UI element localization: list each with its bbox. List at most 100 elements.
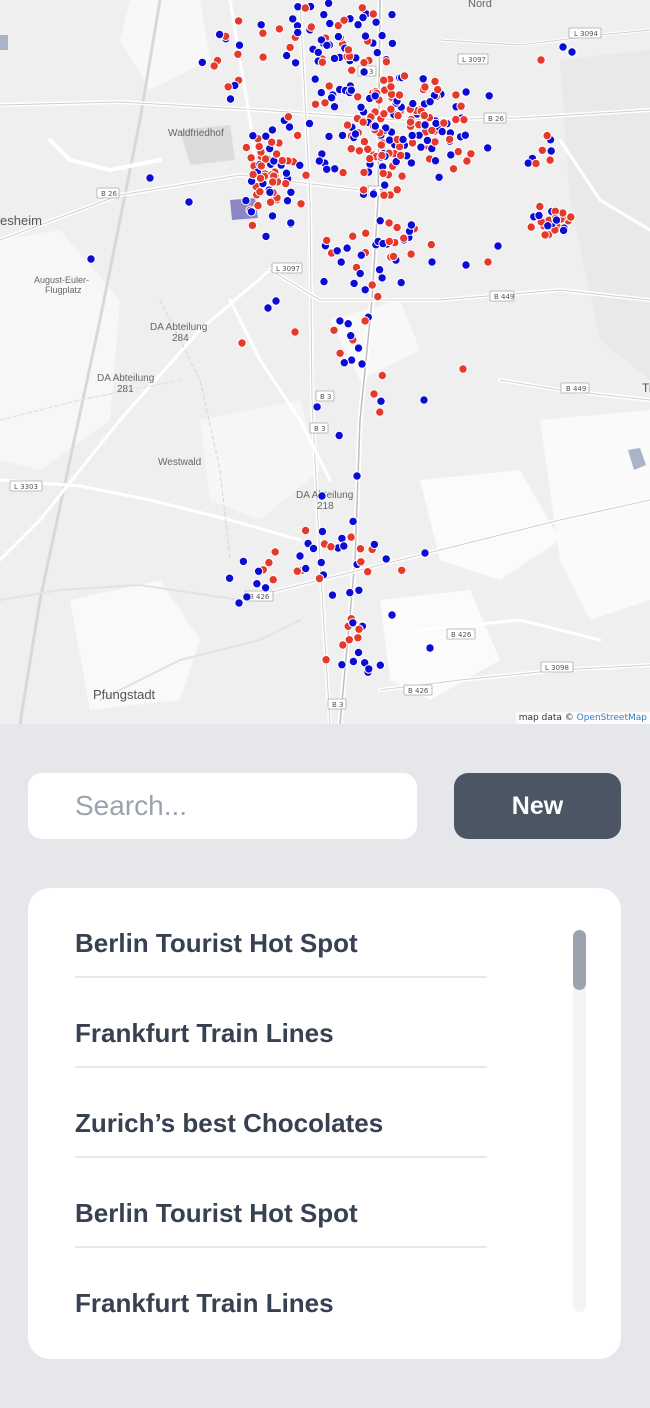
map-marker[interactable]: [353, 92, 363, 102]
map-marker[interactable]: [316, 87, 326, 98]
map-marker[interactable]: [233, 49, 243, 59]
map-marker[interactable]: [343, 319, 353, 329]
map-marker[interactable]: [327, 590, 338, 600]
map-marker[interactable]: [377, 150, 387, 161]
map-marker[interactable]: [323, 0, 334, 8]
map-marker[interactable]: [322, 40, 332, 50]
map-marker[interactable]: [346, 144, 356, 154]
map-marker[interactable]: [329, 325, 339, 335]
map-marker[interactable]: [252, 579, 262, 589]
map-marker[interactable]: [86, 254, 96, 264]
map-marker[interactable]: [551, 215, 562, 225]
map-marker[interactable]: [342, 243, 352, 253]
map-marker[interactable]: [531, 158, 541, 169]
map-marker[interactable]: [344, 635, 354, 645]
new-button[interactable]: New: [454, 773, 621, 839]
map-marker[interactable]: [281, 50, 292, 61]
map-marker[interactable]: [419, 395, 429, 405]
map-marker[interactable]: [398, 134, 408, 145]
map-marker[interactable]: [314, 573, 325, 584]
map-marker[interactable]: [197, 57, 208, 68]
map-marker[interactable]: [458, 364, 468, 374]
map-marker[interactable]: [292, 566, 302, 576]
map-marker[interactable]: [392, 222, 402, 233]
map-marker[interactable]: [451, 114, 461, 125]
map-marker[interactable]: [347, 65, 357, 76]
map-marker[interactable]: [526, 222, 536, 232]
map-marker[interactable]: [288, 14, 298, 24]
map-marker[interactable]: [296, 199, 306, 209]
map-marker[interactable]: [337, 533, 347, 544]
map-marker[interactable]: [319, 9, 329, 20]
map-marker[interactable]: [238, 556, 249, 567]
map-marker[interactable]: [405, 117, 416, 127]
map-marker[interactable]: [558, 225, 569, 236]
map-marker[interactable]: [267, 211, 278, 221]
map-marker[interactable]: [324, 131, 334, 142]
map-marker[interactable]: [322, 164, 332, 175]
map-marker[interactable]: [329, 53, 340, 64]
map-marker[interactable]: [373, 291, 383, 302]
map-marker[interactable]: [316, 557, 326, 568]
map-marker[interactable]: [282, 196, 293, 206]
map-marker[interactable]: [356, 102, 366, 113]
map-marker[interactable]: [360, 285, 370, 295]
map-marker[interactable]: [363, 144, 373, 155]
map-marker[interactable]: [370, 91, 380, 101]
map-marker[interactable]: [365, 153, 375, 164]
map-marker[interactable]: [337, 660, 347, 670]
list-item[interactable]: Frankfurt Train Lines: [75, 1248, 487, 1338]
map-marker[interactable]: [260, 583, 271, 593]
map-marker[interactable]: [360, 316, 370, 326]
map-marker[interactable]: [546, 146, 556, 156]
map-marker[interactable]: [399, 71, 410, 81]
map-marker[interactable]: [258, 52, 268, 62]
map-marker[interactable]: [290, 58, 301, 68]
map-marker[interactable]: [376, 140, 386, 150]
map-marker[interactable]: [374, 265, 385, 275]
map-marker[interactable]: [255, 187, 265, 197]
map-marker[interactable]: [543, 221, 553, 231]
map-marker[interactable]: [397, 171, 407, 181]
map-marker[interactable]: [265, 197, 276, 207]
map-marker[interactable]: [545, 155, 555, 165]
map-marker[interactable]: [356, 557, 366, 567]
map-marker[interactable]: [416, 142, 426, 152]
map-marker[interactable]: [261, 131, 271, 141]
map-marker[interactable]: [387, 9, 397, 20]
map-marker[interactable]: [358, 185, 369, 195]
map-marker[interactable]: [292, 130, 303, 141]
map-marker[interactable]: [225, 94, 236, 104]
map-marker[interactable]: [420, 82, 430, 92]
map-marker[interactable]: [359, 136, 370, 147]
map-marker[interactable]: [326, 542, 336, 552]
map-marker[interactable]: [540, 230, 550, 240]
map-marker[interactable]: [434, 172, 444, 183]
map-marker[interactable]: [361, 228, 371, 238]
list-item[interactable]: Frankfurt Train Lines: [75, 978, 487, 1068]
map-canvas[interactable]: Nord Waldfriedhof esheim August-Euler- F…: [0, 0, 650, 724]
map-marker[interactable]: [355, 544, 366, 554]
map-marker[interactable]: [246, 207, 257, 217]
map-marker[interactable]: [375, 216, 385, 226]
map-marker[interactable]: [444, 134, 455, 145]
map-marker[interactable]: [339, 15, 349, 25]
list-item[interactable]: Berlin Tourist Hot Spot: [75, 888, 487, 978]
map-marker[interactable]: [335, 348, 345, 358]
list-item[interactable]: Zurich’s best Chocolates: [75, 1068, 487, 1158]
map-marker[interactable]: [224, 573, 235, 583]
map-marker[interactable]: [430, 137, 440, 147]
map-marker[interactable]: [360, 31, 371, 41]
map-marker[interactable]: [395, 150, 406, 161]
map-marker[interactable]: [319, 276, 329, 287]
map-marker[interactable]: [301, 170, 311, 180]
map-marker[interactable]: [459, 115, 469, 125]
map-marker[interactable]: [342, 120, 353, 130]
map-marker[interactable]: [295, 551, 305, 561]
map-marker[interactable]: [439, 118, 449, 128]
map-marker[interactable]: [461, 260, 471, 270]
map-marker[interactable]: [354, 624, 364, 634]
map-marker[interactable]: [346, 331, 356, 341]
map-marker[interactable]: [388, 251, 399, 262]
map-marker[interactable]: [343, 45, 354, 55]
